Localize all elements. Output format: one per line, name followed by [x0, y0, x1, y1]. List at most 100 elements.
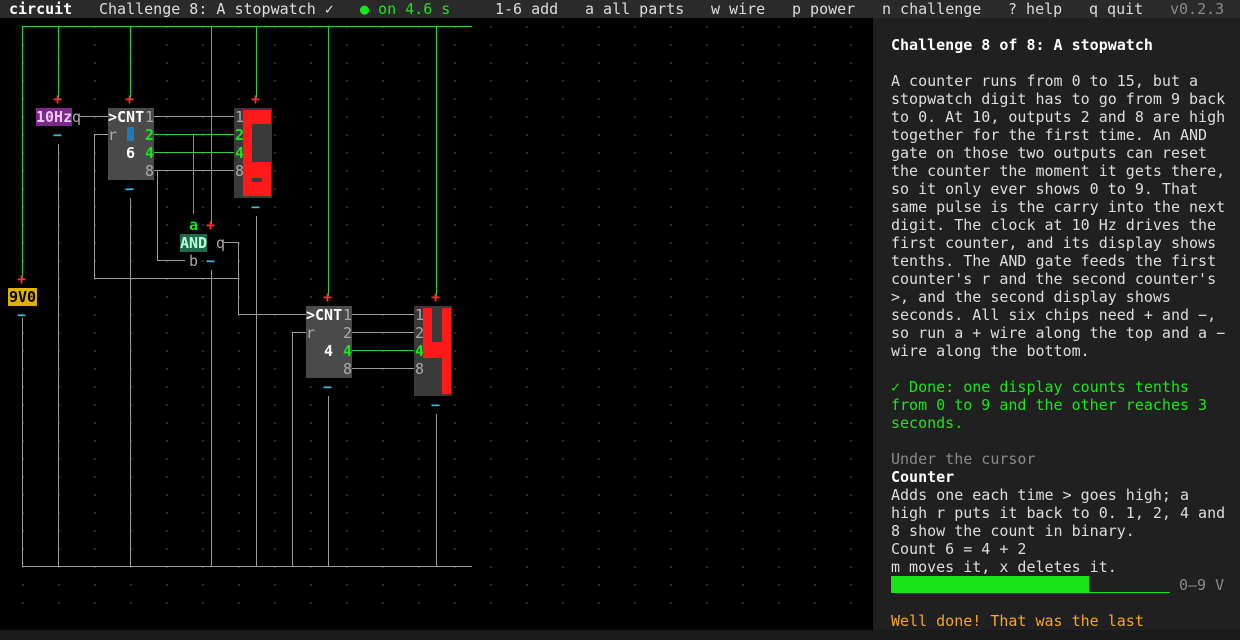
grid-dot: [706, 152, 708, 154]
wire-cnt2-q2[interactable]: [352, 332, 414, 333]
wire-cnt2-q8[interactable]: [352, 368, 414, 369]
grid-dot: [778, 260, 780, 262]
wire-clock-to-cnt1[interactable]: [80, 116, 110, 117]
grid-dot: [382, 242, 384, 244]
wire-cnt2-plus[interactable]: [328, 26, 329, 296]
wire-and-plus[interactable]: [211, 26, 212, 224]
done-line: ✓ Done: one display counts tenths: [891, 378, 1190, 396]
wire-cnt1-minus[interactable]: [130, 198, 131, 566]
grid-dot: [814, 26, 816, 28]
cnt2-minus-terminal[interactable]: −: [323, 378, 332, 396]
grid-dot: [382, 404, 384, 406]
grid-dot: [562, 584, 564, 586]
grid-dot: [526, 188, 528, 190]
wire-cnt2-q4[interactable]: [352, 350, 414, 351]
grid-dot: [670, 224, 672, 226]
grid-dot: [526, 512, 528, 514]
wire-battery-minus[interactable]: [22, 318, 23, 566]
grid-dot: [382, 260, 384, 262]
menu-add[interactable]: 1-6 add: [495, 0, 558, 18]
wire-q8-down[interactable]: [157, 170, 158, 260]
grid-dot: [670, 314, 672, 316]
cnt2-reset-pin: r: [306, 324, 316, 342]
clock-minus-terminal[interactable]: −: [53, 126, 62, 144]
clock-plus-terminal[interactable]: +: [53, 90, 62, 108]
and-gate[interactable]: AND: [180, 234, 208, 252]
wire-cnt2-minus[interactable]: [328, 396, 329, 566]
grid-dot: [130, 602, 132, 604]
wire-and-q[interactable]: [224, 242, 238, 243]
wire-and-to-cnt2[interactable]: [238, 314, 310, 315]
grid-dot: [562, 116, 564, 118]
disp2-plus-terminal[interactable]: +: [431, 288, 440, 306]
grid-dot: [598, 584, 600, 586]
battery-plus-terminal[interactable]: +: [17, 270, 26, 288]
grid-dot: [742, 512, 744, 514]
panel-title: Challenge 8 of 8: A stopwatch: [891, 36, 1153, 54]
wire-disp2-plus[interactable]: [436, 26, 437, 296]
cnt1-minus-terminal[interactable]: −: [125, 180, 134, 198]
grid-dot: [850, 404, 852, 406]
wire-clock-minus[interactable]: [58, 144, 59, 566]
menu-all-parts[interactable]: a all parts: [585, 0, 684, 18]
grid-dot: [418, 116, 420, 118]
grid-dot: [670, 332, 672, 334]
grid-dot: [598, 242, 600, 244]
disp1-plus-terminal[interactable]: +: [251, 90, 260, 108]
wire-r-loop-left[interactable]: [94, 134, 95, 278]
and-plus-terminal[interactable]: +: [206, 216, 215, 234]
grid-dot: [382, 386, 384, 388]
wire-disp2-minus[interactable]: [436, 414, 437, 566]
power-rail-top[interactable]: [22, 26, 472, 27]
battery[interactable]: 9V0: [8, 288, 38, 306]
grid-dot: [382, 62, 384, 64]
wire-cnt2-r-down[interactable]: [292, 332, 293, 566]
wire-clock-plus[interactable]: [58, 26, 59, 98]
wire-cnt2-q1[interactable]: [352, 314, 414, 315]
grid-dot: [670, 548, 672, 550]
ground-rail-bottom[interactable]: [22, 566, 472, 567]
wire-and-q-down[interactable]: [238, 242, 239, 314]
grid-dot: [706, 512, 708, 514]
grid-dot: [274, 296, 276, 298]
grid-dot: [166, 224, 168, 226]
grid-dot: [202, 386, 204, 388]
cnt2-plus-terminal[interactable]: +: [323, 288, 332, 306]
wire-and-minus[interactable]: [211, 270, 212, 566]
menu-wire[interactable]: w wire: [711, 0, 765, 18]
grid-dot: [310, 530, 312, 532]
menu-quit[interactable]: q quit: [1089, 0, 1143, 18]
battery-minus-terminal[interactable]: −: [17, 306, 26, 324]
wire-q2-to-and-a[interactable]: [193, 134, 194, 214]
clock-10hz[interactable]: 10Hz: [36, 108, 73, 126]
wire-cnt1-q8[interactable]: [154, 170, 234, 171]
grid-dot: [598, 80, 600, 82]
disp2-minus-terminal[interactable]: −: [431, 396, 440, 414]
wire-cnt1-q4[interactable]: [154, 152, 234, 153]
menu-challenge[interactable]: n challenge: [882, 0, 981, 18]
grid-dot: [814, 332, 816, 334]
wire-cnt1-q1[interactable]: [154, 116, 234, 117]
wire-disp1-minus[interactable]: [256, 216, 257, 566]
wire-battery-plus[interactable]: [22, 26, 23, 278]
and-minus-terminal[interactable]: −: [206, 252, 215, 270]
grid-dot: [94, 530, 96, 532]
menu-help[interactable]: ? help: [1008, 0, 1062, 18]
grid-dot: [454, 260, 456, 262]
cnt1-plus-terminal[interactable]: +: [125, 90, 134, 108]
wire-r-loop-bottom[interactable]: [94, 278, 238, 279]
wire-cnt1-plus[interactable]: [130, 26, 131, 98]
circuit-canvas[interactable]: + 9V0 − + 10Hz q − + >CNT r 6 1 2 4 8 − …: [0, 18, 873, 630]
wire-disp1-plus[interactable]: [256, 26, 257, 98]
grid-dot: [562, 80, 564, 82]
grid-dot: [742, 422, 744, 424]
wire-q8-to-and-b[interactable]: [157, 260, 185, 261]
grid-dot: [454, 314, 456, 316]
menu-power[interactable]: p power: [792, 0, 855, 18]
grid-dot: [850, 170, 852, 172]
grid-dot: [778, 368, 780, 370]
disp1-minus-terminal[interactable]: −: [251, 198, 260, 216]
grid-dot: [778, 98, 780, 100]
wire-cnt1-q2[interactable]: [154, 134, 234, 135]
grid-dot: [202, 80, 204, 82]
